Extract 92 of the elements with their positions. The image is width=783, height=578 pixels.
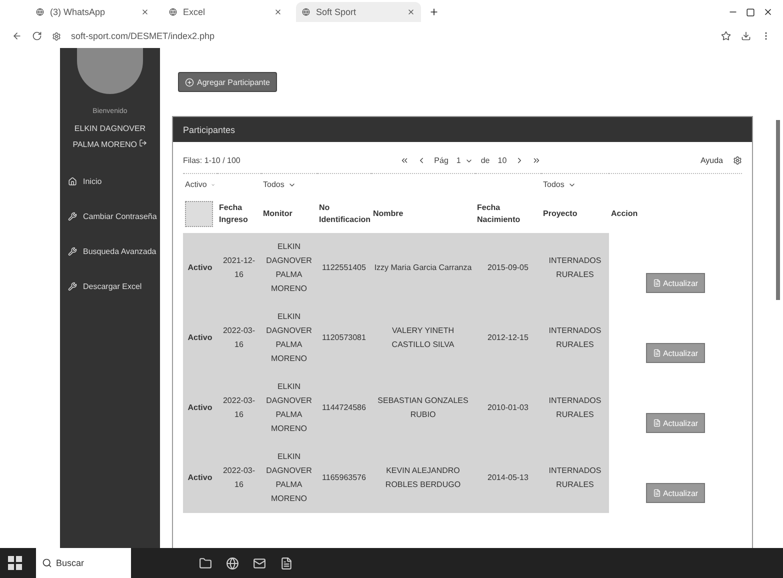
table-cell: 2010-01-03 <box>475 373 541 443</box>
rows-info: Filas: 1-10 / 100 <box>183 156 240 165</box>
reload-icon[interactable] <box>32 31 42 41</box>
table-cell: 2022-03-16 <box>217 373 261 443</box>
table-cell: Izzy Maria Garcia Carranza <box>371 233 475 303</box>
add-participant-button[interactable]: Agregar Participante <box>178 72 277 92</box>
table-cell: Activo <box>183 373 217 443</box>
filter-select[interactable]: Todos <box>543 180 607 189</box>
table-cell: VALERY YINETH CASTILLO SILVA <box>371 303 475 373</box>
sidebar-item[interactable]: Cambiar Contraseña <box>68 212 160 221</box>
document-icon <box>652 419 661 427</box>
globe-icon <box>169 8 177 16</box>
column-header: Monitor <box>263 208 292 220</box>
maximize-icon[interactable] <box>746 8 755 16</box>
close-icon[interactable] <box>407 8 415 16</box>
table-cell: Activo <box>183 233 217 303</box>
folder-icon[interactable] <box>199 556 212 570</box>
settings-icon[interactable] <box>52 32 61 40</box>
new-tab-icon[interactable] <box>429 7 439 17</box>
settings-icon[interactable] <box>733 156 742 165</box>
column-header: Proyecto <box>543 208 578 220</box>
avatar-placeholder <box>77 48 143 94</box>
browser-tab[interactable]: (3) WhatsApp <box>30 2 155 22</box>
page-label: Pág <box>434 156 448 165</box>
last-page-button[interactable] <box>532 156 541 165</box>
table-cell: INTERNADOS RURALES <box>541 303 609 373</box>
document-icon <box>652 349 661 357</box>
scrollbar-thumb[interactable] <box>776 120 780 300</box>
table-cell: KEVIN ALEJANDRO ROBLES BERDUGO <box>371 443 475 513</box>
logout-icon[interactable] <box>139 139 148 147</box>
table-cell: Activo <box>183 443 217 513</box>
table-cell: 2021-12-16 <box>217 233 261 303</box>
globe-icon <box>302 8 310 16</box>
sidebar-item[interactable]: Busqueda Avanzada <box>68 247 160 256</box>
table-cell: 2015-09-05 <box>475 233 541 303</box>
document-icon <box>652 279 661 287</box>
table-cell: INTERNADOS RURALES <box>541 373 609 443</box>
column-header: Fecha Ingreso <box>219 202 249 226</box>
header-checkbox[interactable] <box>185 201 213 227</box>
home-icon <box>68 177 77 186</box>
table-cell: Activo <box>183 303 217 373</box>
table-cell: 1120573081 <box>317 303 371 373</box>
browser-tab[interactable]: Excel <box>163 2 288 22</box>
back-icon[interactable] <box>12 31 22 41</box>
page-total: 10 <box>498 156 507 165</box>
page-select[interactable]: 1 <box>456 156 473 165</box>
user-name: ELKIN DAGNOVER PALMA MORENO <box>72 123 148 151</box>
table-cell: ELKIN DAGNOVER PALMA MORENO <box>261 443 317 513</box>
wrench-icon <box>68 212 77 221</box>
sidebar-item[interactable]: Descargar Excel <box>68 282 160 291</box>
table-cell: 2012-12-15 <box>475 303 541 373</box>
first-page-button[interactable] <box>400 156 410 165</box>
document-icon[interactable] <box>280 556 293 570</box>
table-cell: SEBASTIAN GONZALES RUBIO <box>371 373 475 443</box>
windows-icon[interactable] <box>8 556 22 570</box>
table-cell: 1144724586 <box>317 373 371 443</box>
close-icon[interactable] <box>141 8 149 16</box>
table-cell: 2022-03-16 <box>217 303 261 373</box>
mail-icon[interactable] <box>253 556 266 570</box>
plus-icon <box>185 78 194 86</box>
page-of-label: de <box>480 156 490 165</box>
table-cell: ELKIN DAGNOVER PALMA MORENO <box>261 233 317 303</box>
table-cell: 1165963576 <box>317 443 371 513</box>
search-icon <box>42 558 52 568</box>
table-cell: 2014-05-13 <box>475 443 541 513</box>
table-cell: ELKIN DAGNOVER PALMA MORENO <box>261 303 317 373</box>
download-icon[interactable] <box>741 31 751 41</box>
search-field[interactable]: Buscar <box>36 548 131 578</box>
url-field[interactable]: soft-sport.com/DESMET/index2.php <box>71 31 711 41</box>
sidebar-item[interactable]: Inicio <box>68 177 160 186</box>
wrench-icon <box>68 282 77 291</box>
table-cell: ELKIN DAGNOVER PALMA MORENO <box>261 373 317 443</box>
column-header: Nombre <box>373 208 404 220</box>
table-cell: INTERNADOS RURALES <box>541 443 609 513</box>
wrench-icon <box>68 247 77 256</box>
column-header: Fecha Nacimiento <box>477 202 522 226</box>
browser-tab[interactable]: Soft Sport <box>296 2 421 22</box>
document-icon <box>652 489 661 497</box>
star-icon[interactable] <box>721 31 731 41</box>
column-header: Accion <box>611 208 638 220</box>
filter-select[interactable]: Activo <box>185 180 215 189</box>
globe-icon[interactable] <box>226 556 239 570</box>
globe-icon <box>36 8 44 16</box>
close-icon[interactable] <box>274 8 282 16</box>
filter-select[interactable]: Todos <box>263 180 315 189</box>
table-cell: 1122551405 <box>317 233 371 303</box>
help-link[interactable]: Ayuda <box>700 156 723 165</box>
column-header: No Identificacion <box>319 202 371 226</box>
panel-title: Participantes <box>173 117 752 142</box>
close-icon[interactable] <box>763 7 773 17</box>
table-cell: INTERNADOS RURALES <box>541 233 609 303</box>
table-cell: 2022-03-16 <box>217 443 261 513</box>
